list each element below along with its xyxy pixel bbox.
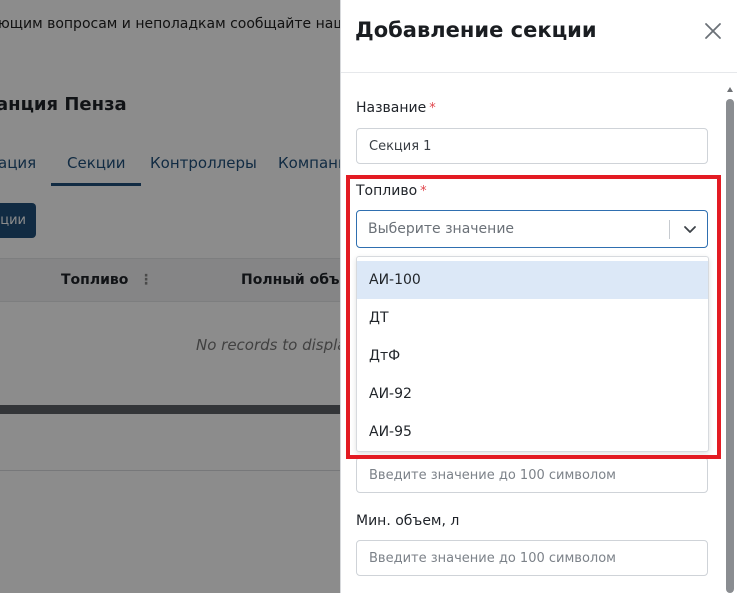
modal-overlay[interactable] (0, 0, 340, 593)
fuel-option-dt[interactable]: ДТ (357, 299, 708, 337)
name-input[interactable] (356, 128, 708, 164)
fuel-select-placeholder: Выберите значение (368, 221, 515, 237)
name-label-text: Название (356, 100, 427, 116)
chevron-down-icon[interactable] (682, 221, 698, 237)
min-volume-label: Мин. объем, л (356, 513, 460, 529)
fuel-dropdown-menu: АИ-100 ДТ ДтФ АИ-92 АИ-95 (356, 256, 709, 452)
fuel-label-text: Топливо (356, 183, 418, 199)
scrollbar-thumb[interactable] (726, 99, 734, 593)
fuel-option-ai95[interactable]: АИ-95 (357, 413, 708, 451)
scroll-up-icon[interactable] (726, 86, 734, 94)
drawer-title: Добавление секции (355, 18, 597, 42)
close-icon[interactable] (703, 21, 723, 41)
vertical-scrollbar[interactable] (726, 86, 734, 593)
min-volume-input[interactable] (356, 540, 708, 576)
fuel-option-ai100[interactable]: АИ-100 (357, 261, 708, 299)
fuel-select[interactable]: Выберите значение (356, 210, 708, 248)
fuel-option-ai92[interactable]: АИ-92 (357, 375, 708, 413)
required-mark: * (429, 101, 436, 116)
required-mark: * (420, 184, 427, 199)
fuel-field-label: Топливо * (356, 183, 427, 199)
drawer-header: Добавление секции (341, 0, 737, 73)
fuel-option-dtf[interactable]: ДтФ (357, 337, 708, 375)
select-divider (669, 220, 670, 239)
full-volume-input[interactable] (356, 457, 708, 493)
add-section-drawer: Добавление секции Название* Топливо* Выб… (340, 0, 737, 593)
name-field-label: Название * (356, 100, 436, 116)
